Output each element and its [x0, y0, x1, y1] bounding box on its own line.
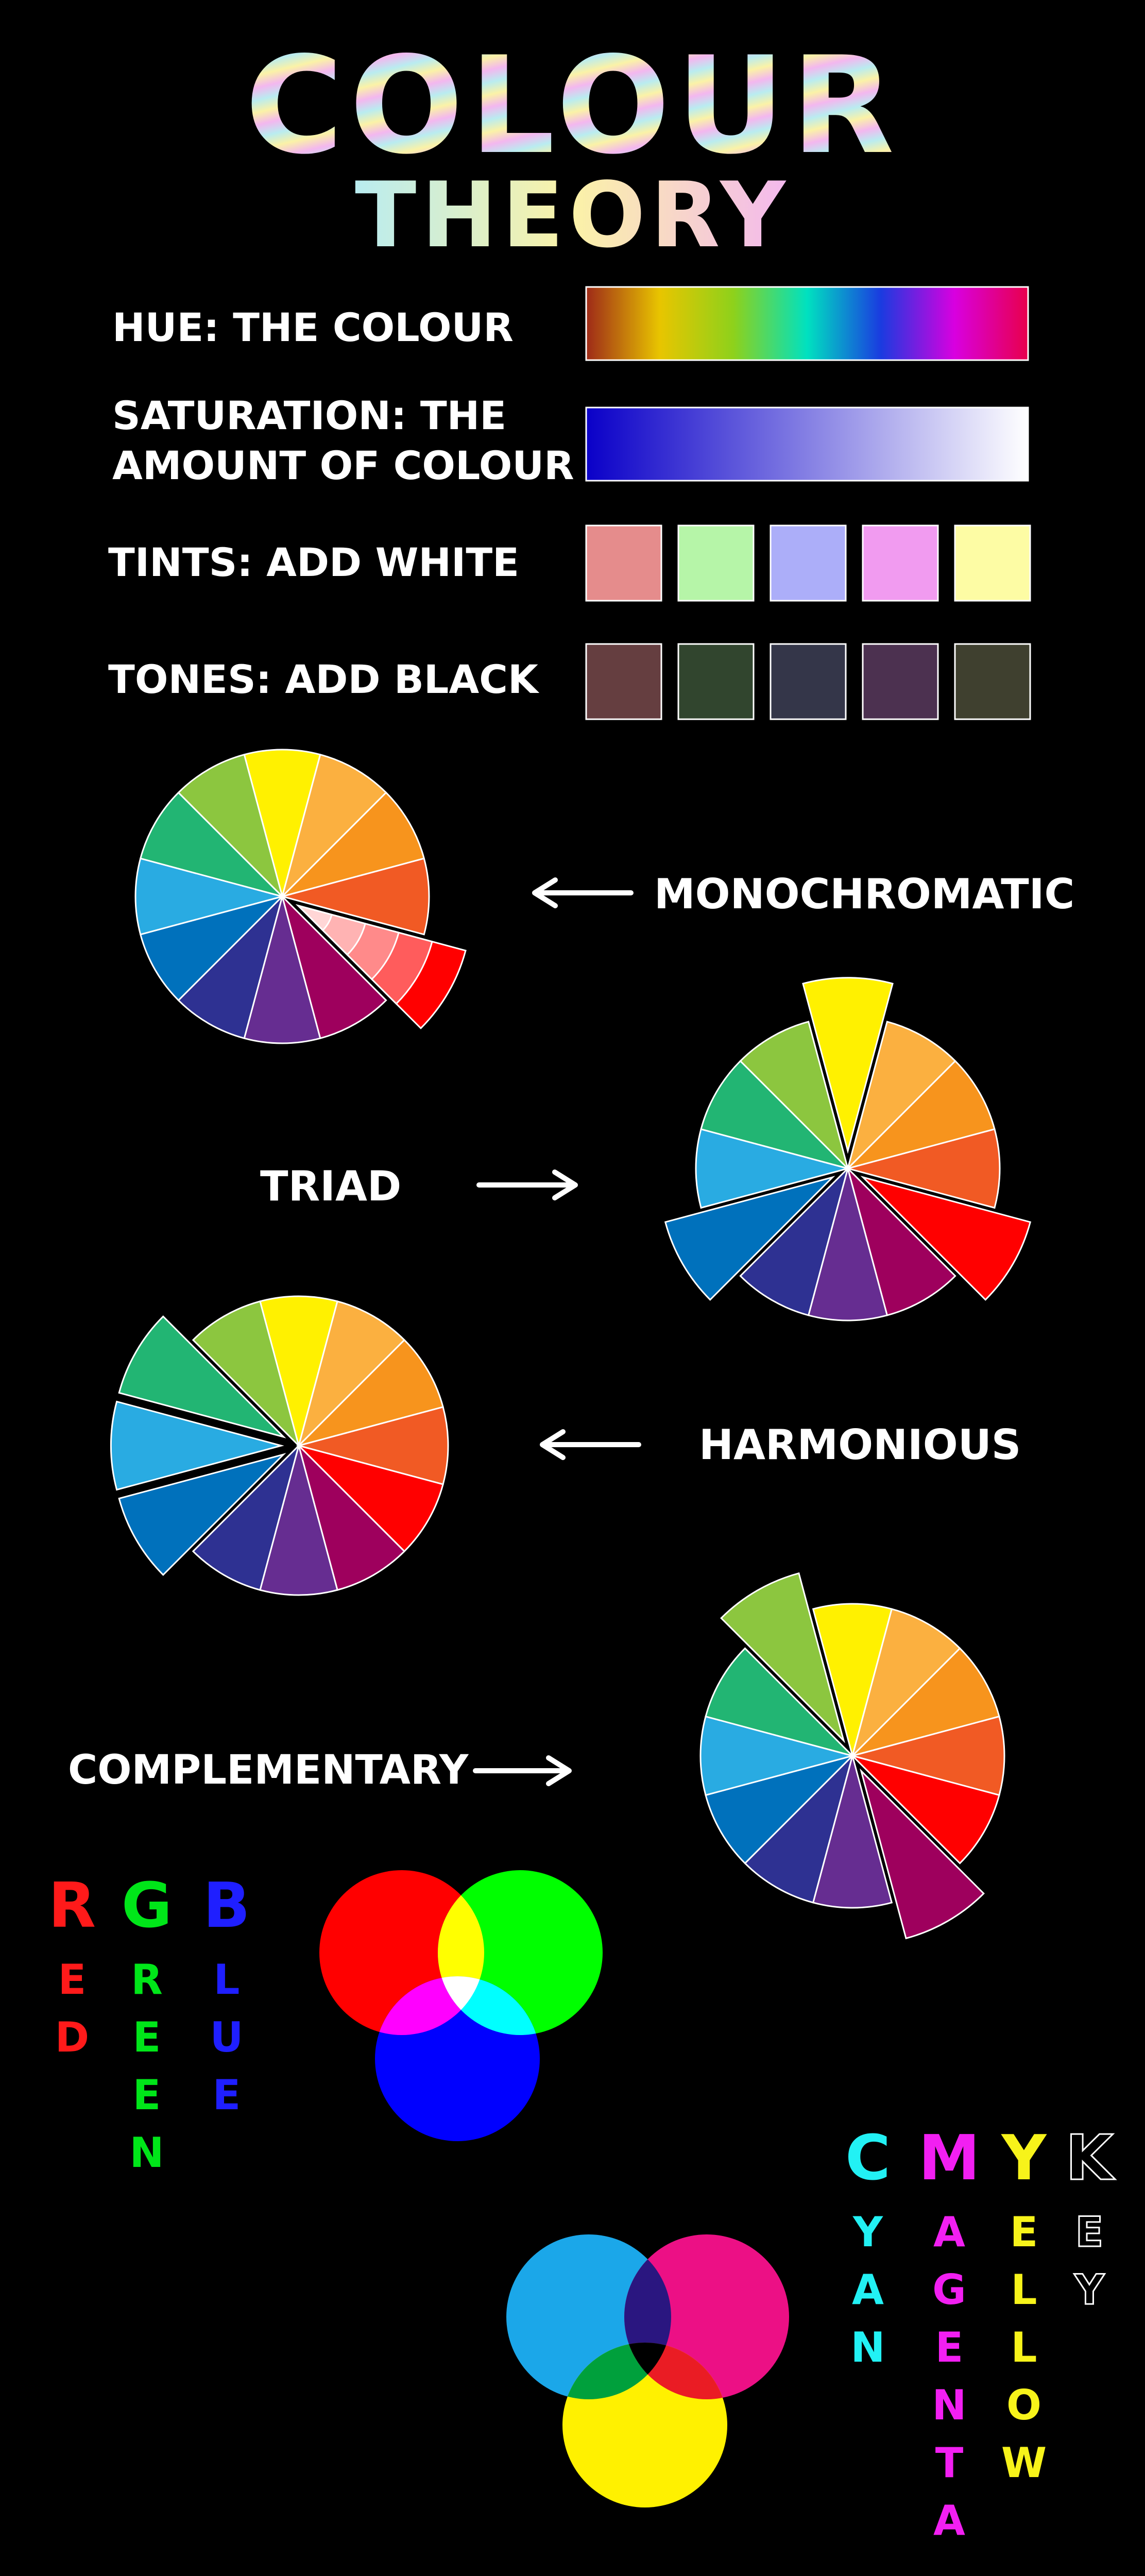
hue-label: HUE: THE COLOUR — [112, 304, 514, 350]
tone-swatch — [862, 643, 939, 720]
vertical-word: MAGENTA — [918, 2123, 980, 2545]
word-letter: Y — [852, 2208, 883, 2256]
monochromatic-label: MONOCHROMATIC — [654, 870, 1074, 918]
harmonious-wheel — [110, 1295, 449, 1596]
rgb-venn-diagram — [319, 1870, 603, 2141]
tone-swatch — [585, 643, 662, 720]
word-letter: A — [933, 2497, 965, 2545]
tint-swatch — [677, 524, 755, 602]
word-letter: W — [1001, 2439, 1047, 2487]
tones-label: TONES: ADD BLACK — [108, 656, 540, 702]
word-letter: O — [1006, 2381, 1041, 2429]
saturation-label-line1: SATURATION: THE — [112, 393, 506, 438]
word-letter: R — [131, 1956, 163, 2004]
word-letter: U — [210, 2013, 244, 2061]
vertical-word: BLUE — [203, 1870, 250, 2119]
tint-swatch — [862, 524, 939, 602]
triad-label: TRIAD — [260, 1162, 401, 1210]
vertical-word: GREEN — [122, 1870, 173, 2177]
title: COLOUR THEORY — [245, 28, 901, 268]
word-letter: M — [918, 2123, 980, 2194]
tone-swatch — [770, 643, 847, 720]
tints-label: TINTS: ADD WHITE — [108, 539, 519, 585]
vertical-word: KEY — [1065, 2122, 1116, 2315]
word-letter: E — [213, 2071, 241, 2119]
tint-swatch — [954, 524, 1031, 602]
vertical-word: RED — [48, 1870, 96, 2061]
triad-row: TRIAD — [260, 1162, 578, 1210]
word-letter: Y — [1001, 2123, 1048, 2194]
monochromatic-row: MONOCHROMATIC — [532, 870, 1074, 918]
cmyk-venn-diagram — [506, 2234, 789, 2507]
word-letter: L — [1011, 2266, 1037, 2314]
cmyk-words: CYANMAGENTAYELLOWKEY — [845, 2122, 1116, 2545]
word-letter: E — [133, 2013, 161, 2061]
monochromatic-wheel — [134, 749, 467, 1044]
word-letter: D — [55, 2013, 89, 2061]
word-letter: Y — [1074, 2266, 1105, 2314]
title-theory: THEORY — [355, 163, 791, 268]
harmonious-label: HARMONIOUS — [699, 1421, 1021, 1469]
arrow-left-icon — [540, 1429, 641, 1460]
vertical-word: YELLOW — [1001, 2123, 1048, 2487]
word-letter: C — [845, 2123, 891, 2194]
arrow-right-icon — [476, 1170, 578, 1200]
saturation-bar — [585, 406, 1029, 482]
tone-swatch — [954, 643, 1031, 720]
word-letter: E — [1075, 2208, 1104, 2256]
harmonious-row: HARMONIOUS — [540, 1421, 1021, 1469]
saturation-label-line2: AMOUNT OF COLOUR — [112, 443, 574, 488]
properties: HUE: THE COLOUR SATURATION: THE AMOUNT O… — [108, 286, 1031, 720]
word-letter: L — [1011, 2324, 1037, 2371]
word-letter: E — [1010, 2208, 1038, 2256]
word-letter: N — [851, 2324, 885, 2371]
tint-swatches — [585, 524, 1031, 602]
title-colour: COLOUR — [245, 28, 901, 184]
word-letter: L — [214, 1956, 240, 2004]
tint-swatch — [770, 524, 847, 602]
word-letter: N — [932, 2381, 967, 2429]
word-letter: G — [122, 1870, 173, 1942]
word-letter: E — [133, 2071, 161, 2119]
word-letter: A — [852, 2266, 884, 2314]
word-letter: T — [935, 2439, 964, 2487]
vertical-word: CYAN — [845, 2123, 891, 2371]
complementary-wheel — [699, 1572, 1005, 1940]
tone-swatches — [585, 643, 1031, 720]
word-letter: E — [935, 2324, 964, 2371]
tone-swatch — [677, 643, 755, 720]
word-letter: E — [58, 1956, 87, 2004]
triad-wheel — [664, 977, 1032, 1321]
word-letter: G — [932, 2266, 966, 2314]
complementary-row: COMPLEMENTARY — [68, 1747, 572, 1793]
word-letter: N — [130, 2129, 164, 2177]
colour-theory-infographic: COLOUR THEORY HUE: THE COLOUR SATURATION… — [48, 28, 1116, 2545]
complementary-label: COMPLEMENTARY — [68, 1747, 469, 1793]
arrow-left-icon — [532, 877, 634, 908]
hue-bar — [585, 286, 1029, 361]
tint-swatch — [585, 524, 662, 602]
rgb-words: REDGREENBLUE — [48, 1870, 250, 2177]
word-letter: K — [1066, 2123, 1116, 2194]
word-letter: A — [933, 2208, 965, 2256]
word-letter: R — [48, 1870, 96, 1942]
word-letter: B — [203, 1870, 250, 1942]
arrow-right-icon — [473, 1755, 572, 1786]
